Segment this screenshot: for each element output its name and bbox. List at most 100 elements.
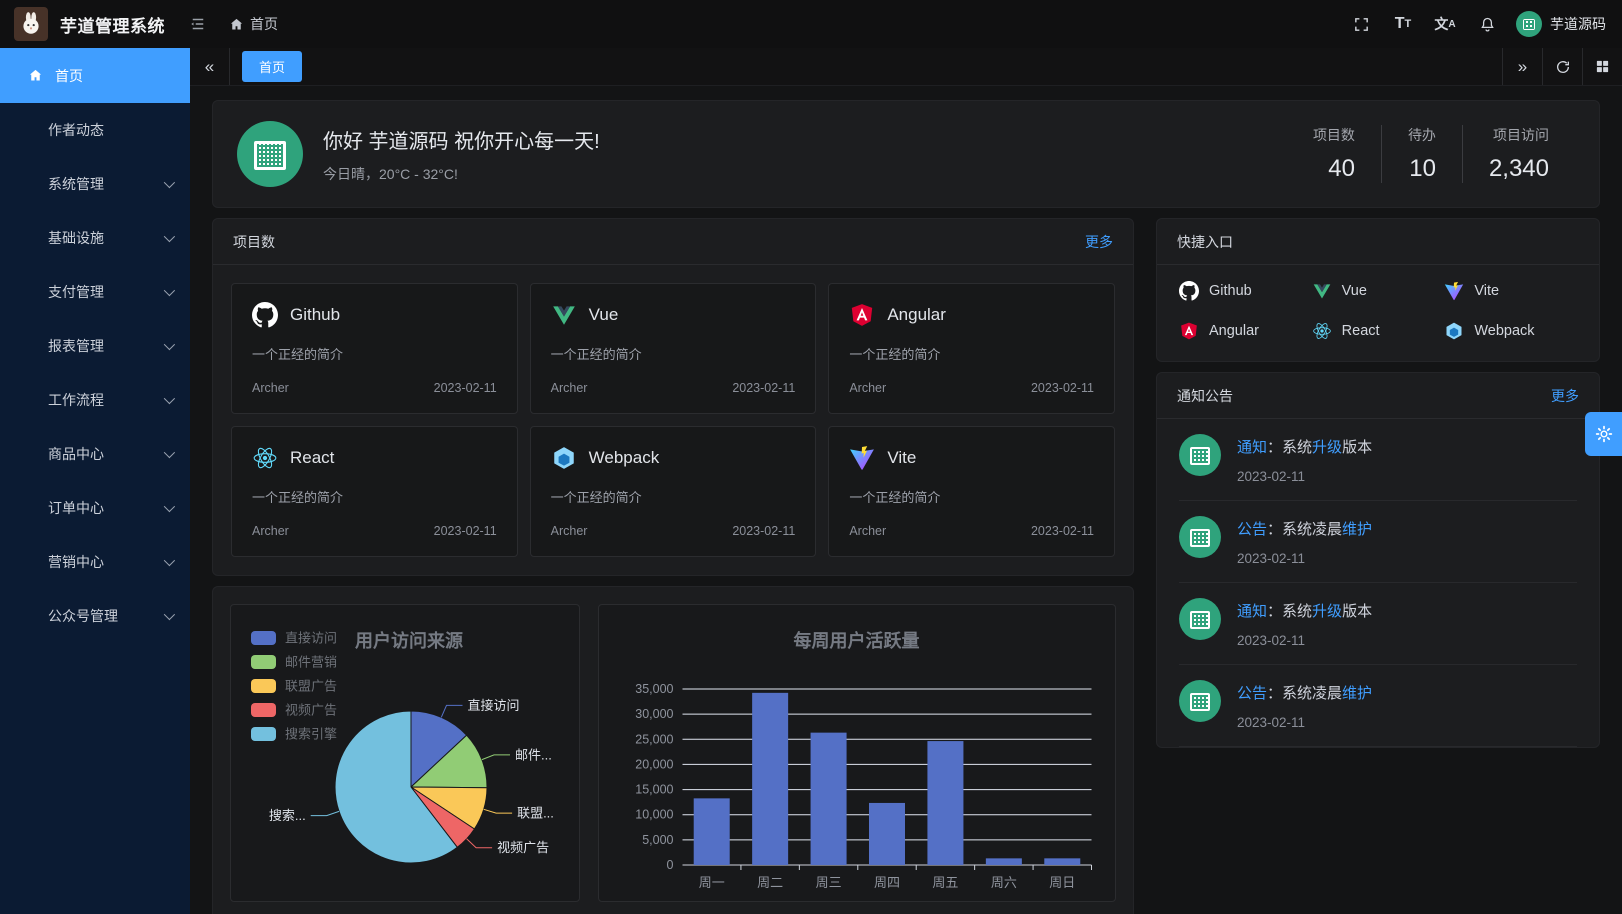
svg-text:视频广告: 视频广告 bbox=[497, 840, 549, 855]
project-card-angular[interactable]: Angular 一个正经的简介 Archer 2023-02-11 bbox=[828, 283, 1115, 414]
open-tabs: 首页 bbox=[230, 48, 1502, 85]
sidebar-item-infra[interactable]: 基础设施 bbox=[0, 211, 190, 265]
svg-text:35,000: 35,000 bbox=[635, 682, 673, 696]
notice-item[interactable]: 公告：系统凌晨维护 2023-02-11 bbox=[1179, 665, 1577, 747]
shortcut-react[interactable]: React bbox=[1312, 321, 1445, 341]
svg-text:邮件...: 邮件... bbox=[515, 747, 552, 762]
project-author: Archer bbox=[849, 524, 886, 538]
sidebar-item-report[interactable]: 报表管理 bbox=[0, 319, 190, 373]
project-author: Archer bbox=[849, 381, 886, 395]
svg-text:30,000: 30,000 bbox=[635, 707, 673, 721]
shortcut-github[interactable]: Github bbox=[1179, 281, 1312, 301]
github-icon bbox=[1179, 281, 1199, 301]
notice-date: 2023-02-11 bbox=[1237, 469, 1372, 484]
svg-text:周四: 周四 bbox=[874, 875, 900, 890]
sidebar-item-payment[interactable]: 支付管理 bbox=[0, 265, 190, 319]
project-card-vite[interactable]: Vite 一个正经的简介 Archer 2023-02-11 bbox=[828, 426, 1115, 557]
notice-item[interactable]: 公告：系统凌晨维护 2023-02-11 bbox=[1179, 501, 1577, 583]
svg-text:搜索...: 搜索... bbox=[269, 808, 306, 823]
sidebar: 首页 作者动态 系统管理 基础设施 支付管理 报表管理 工作流程 商品中心 bbox=[0, 48, 190, 914]
chevron-down-icon bbox=[164, 447, 175, 458]
project-card-webpack[interactable]: Webpack 一个正经的简介 Archer 2023-02-11 bbox=[530, 426, 817, 557]
notice-avatar bbox=[1179, 516, 1221, 558]
charts-card: 用户访问来源直接访问邮件营销联盟广告视频广告搜索引擎直接访问邮件...联盟...… bbox=[212, 586, 1134, 914]
webpack-icon bbox=[1444, 321, 1464, 341]
project-date: 2023-02-11 bbox=[434, 381, 497, 395]
tab-home[interactable]: 首页 bbox=[242, 51, 302, 82]
tabs-scroll-right-button[interactable]: » bbox=[1502, 48, 1542, 85]
project-date: 2023-02-11 bbox=[1031, 381, 1094, 395]
shortcut-angular[interactable]: Angular bbox=[1179, 321, 1312, 341]
chevron-down-icon bbox=[164, 231, 175, 242]
tabs-scroll-left-button[interactable]: « bbox=[190, 48, 230, 85]
vite-icon bbox=[1444, 281, 1464, 301]
notice-item[interactable]: 通知：系统升级版本 2023-02-11 bbox=[1179, 419, 1577, 501]
chevron-down-icon bbox=[164, 555, 175, 566]
svg-text:周六: 周六 bbox=[991, 875, 1017, 890]
layout-grid-icon[interactable] bbox=[1582, 48, 1622, 85]
username: 芋道源码 bbox=[1550, 14, 1606, 34]
chevron-down-icon bbox=[164, 501, 175, 512]
shortcut-vue[interactable]: Vue bbox=[1312, 281, 1445, 301]
fullscreen-icon[interactable] bbox=[1344, 7, 1378, 41]
sidebar-item-wechat[interactable]: 公众号管理 bbox=[0, 589, 190, 643]
chevron-down-icon bbox=[164, 393, 175, 404]
sidebar-item-author-news[interactable]: 作者动态 bbox=[0, 103, 190, 157]
project-card-github[interactable]: Github 一个正经的简介 Archer 2023-02-11 bbox=[231, 283, 518, 414]
breadcrumb-label: 首页 bbox=[250, 14, 278, 34]
notices-more-link[interactable]: 更多 bbox=[1551, 386, 1579, 406]
project-card-vue[interactable]: Vue 一个正经的简介 Archer 2023-02-11 bbox=[530, 283, 817, 414]
svg-text:周五: 周五 bbox=[932, 875, 958, 890]
sidebar-item-workflow[interactable]: 工作流程 bbox=[0, 373, 190, 427]
notices-card: 通知公告 更多 通知：系统升级版本 2023-02-11 bbox=[1156, 372, 1600, 748]
bar-chart-weekly-active: 每周用户活跃量05,00010,00015,00020,00025,00030,… bbox=[598, 604, 1116, 902]
project-card-react[interactable]: React 一个正经的简介 Archer 2023-02-11 bbox=[231, 426, 518, 557]
svg-text:15,000: 15,000 bbox=[635, 783, 673, 797]
svg-text:5,000: 5,000 bbox=[642, 833, 673, 847]
chevron-down-icon bbox=[164, 177, 175, 188]
translate-icon[interactable]: 文A bbox=[1428, 7, 1462, 41]
sidebar-item-home[interactable]: 首页 bbox=[0, 48, 190, 103]
settings-gear-button[interactable] bbox=[1585, 412, 1622, 456]
menu-fold-icon[interactable] bbox=[189, 15, 207, 33]
svg-text:周一: 周一 bbox=[699, 875, 725, 890]
notification-bell-icon[interactable] bbox=[1470, 7, 1504, 41]
shortcut-vite[interactable]: Vite bbox=[1444, 281, 1577, 301]
user-menu[interactable]: 芋道源码 bbox=[1516, 11, 1606, 37]
sidebar-item-system[interactable]: 系统管理 bbox=[0, 157, 190, 211]
main-content: 你好 芋道源码 祝你开心每一天! 今日晴，20°C - 32°C! 项目数 40… bbox=[190, 86, 1622, 914]
svg-text:视频广告: 视频广告 bbox=[285, 703, 337, 718]
sidebar-item-product[interactable]: 商品中心 bbox=[0, 427, 190, 481]
home-icon bbox=[229, 17, 244, 32]
vue-icon bbox=[551, 302, 577, 328]
svg-text:联盟广告: 联盟广告 bbox=[285, 679, 337, 694]
projects-more-link[interactable]: 更多 bbox=[1085, 232, 1113, 252]
notice-avatar bbox=[1179, 680, 1221, 722]
project-date: 2023-02-11 bbox=[732, 524, 795, 538]
refresh-icon[interactable] bbox=[1542, 48, 1582, 85]
svg-text:直接访问: 直接访问 bbox=[285, 631, 337, 646]
svg-text:20,000: 20,000 bbox=[635, 757, 673, 771]
stat-visits: 项目访问 2,340 bbox=[1462, 125, 1575, 183]
webpack-icon bbox=[551, 445, 577, 471]
app-logo bbox=[14, 7, 48, 41]
react-icon bbox=[252, 445, 278, 471]
svg-text:搜索引擎: 搜索引擎 bbox=[285, 727, 337, 742]
sidebar-item-order[interactable]: 订单中心 bbox=[0, 481, 190, 535]
chevron-down-icon bbox=[164, 339, 175, 350]
sidebar-item-marketing[interactable]: 营销中心 bbox=[0, 535, 190, 589]
breadcrumb[interactable]: 首页 bbox=[229, 14, 278, 34]
stat-todo: 待办 10 bbox=[1381, 125, 1462, 183]
svg-text:周日: 周日 bbox=[1049, 875, 1075, 890]
notice-avatar bbox=[1179, 434, 1221, 476]
font-size-icon[interactable]: TT bbox=[1386, 7, 1420, 41]
vite-icon bbox=[849, 445, 875, 471]
app-title: 芋道管理系统 bbox=[60, 12, 165, 37]
svg-text:周三: 周三 bbox=[816, 875, 842, 890]
shortcut-webpack[interactable]: Webpack bbox=[1444, 321, 1577, 341]
notice-avatar bbox=[1179, 598, 1221, 640]
github-icon bbox=[252, 302, 278, 328]
svg-text:25,000: 25,000 bbox=[635, 732, 673, 746]
greeting-title: 你好 芋道源码 祝你开心每一天! bbox=[323, 125, 600, 154]
notice-item[interactable]: 通知：系统升级版本 2023-02-11 bbox=[1179, 583, 1577, 665]
